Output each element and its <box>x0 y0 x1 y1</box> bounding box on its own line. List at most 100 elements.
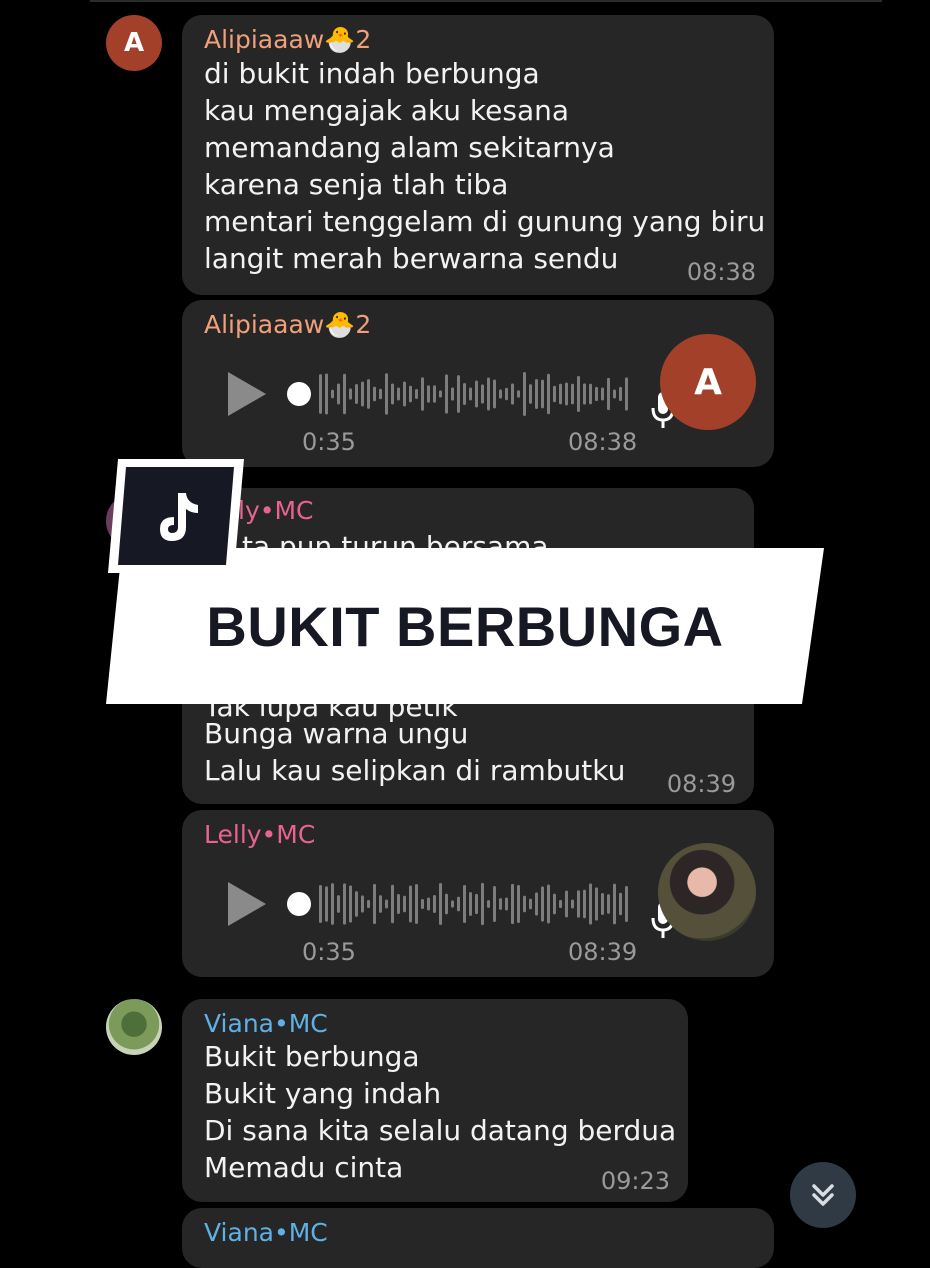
waveform-bar <box>493 379 496 409</box>
waveform-bar <box>595 887 598 921</box>
waveform-bar <box>367 899 370 909</box>
message-bubble[interactable]: Viana•MC <box>182 1208 774 1268</box>
waveform-bar <box>391 884 394 924</box>
play-icon[interactable] <box>228 882 266 926</box>
waveform-bar <box>595 386 598 402</box>
message-line: kau mengajak aku kesana <box>204 94 570 127</box>
tiktok-logo-background <box>118 467 234 565</box>
voice-avatar-alipia[interactable]: A <box>660 334 756 430</box>
waveform-bar <box>319 374 322 414</box>
waveform-bar <box>337 895 340 913</box>
waveform-bar <box>547 884 550 924</box>
message-time: 08:38 <box>568 428 638 456</box>
title-text: BUKIT BERBUNGA <box>206 594 724 658</box>
tiktok-note-icon <box>156 491 200 543</box>
waveform-bar <box>607 894 610 914</box>
waveform-bar <box>343 883 346 925</box>
waveform-bar <box>379 388 382 400</box>
waveform-bar <box>571 383 574 405</box>
waveform-bar <box>433 895 436 913</box>
waveform-bar <box>577 376 580 412</box>
waveform[interactable] <box>287 876 637 932</box>
waveform-bar <box>439 883 442 925</box>
waveform-bar <box>331 389 334 399</box>
message-bubble[interactable]: Viana•MC Bukit berbunga Bukit yang indah… <box>182 999 688 1202</box>
waveform-bar <box>601 892 604 916</box>
waveform-bar <box>385 899 388 909</box>
sender-name: Viana•MC <box>204 1218 328 1247</box>
waveform-bar <box>373 883 376 925</box>
message-line: mentari tenggelam di gunung yang biru <box>204 205 766 238</box>
waveform-bar <box>625 377 628 411</box>
avatar-alipia[interactable]: A <box>106 15 162 71</box>
waveform-bar <box>529 384 532 404</box>
waveform-bar <box>451 900 454 908</box>
waveform-bar <box>391 383 394 405</box>
waveform-bar <box>565 890 568 918</box>
waveform-bar <box>319 885 322 923</box>
waveform-bar <box>361 895 364 913</box>
waveform-bar <box>559 899 562 909</box>
waveform-bar <box>541 886 544 922</box>
avatar-letter: A <box>694 361 722 403</box>
sender-name: Viana•MC <box>204 1009 328 1038</box>
waveform-bar <box>415 883 418 925</box>
waveform-bar <box>457 896 460 912</box>
waveform-bar <box>409 385 412 403</box>
waveform-bar <box>553 385 556 403</box>
waveform-bar <box>571 899 574 909</box>
double-chevron-down-icon <box>812 1184 834 1206</box>
message-time: 08:39 <box>568 938 638 966</box>
waveform-bar <box>511 883 514 925</box>
play-icon[interactable] <box>228 372 266 416</box>
waveform-bar <box>355 383 358 405</box>
message-line: Di sana kita selalu datang berdua <box>204 1114 677 1147</box>
waveform-bar <box>505 897 508 911</box>
waveform-bar <box>433 385 436 403</box>
message-time: 08:38 <box>686 258 756 286</box>
waveform-bar <box>421 377 424 411</box>
waveform-bar <box>397 387 400 401</box>
waveform-bar <box>625 886 628 922</box>
waveform-bar <box>427 897 430 911</box>
waveform-bar <box>463 383 466 405</box>
waveform-bar <box>481 882 484 926</box>
waveform-bar <box>469 387 472 401</box>
voice-avatar-lelly[interactable] <box>658 843 756 941</box>
waveform-bar <box>529 898 532 910</box>
waveform-bar <box>343 373 346 415</box>
message-bubble[interactable]: Alipiaaaw🐣2 di bukit indah berbunga kau … <box>182 15 774 295</box>
message-line: Bukit yang indah <box>204 1077 442 1110</box>
waveform-progress-dot[interactable] <box>287 892 311 916</box>
message-time: 09:23 <box>600 1167 670 1195</box>
waveform-bar <box>493 885 496 923</box>
waveform-bar <box>505 387 508 401</box>
waveform-bar <box>547 373 550 415</box>
waveform-bar <box>511 383 514 405</box>
waveform-bar <box>541 379 544 409</box>
waveform-progress-dot[interactable] <box>287 382 311 406</box>
sender-name: ly•MC <box>238 496 314 525</box>
waveform-bar <box>583 383 586 405</box>
waveform[interactable] <box>287 366 637 422</box>
waveform-bar <box>457 375 460 413</box>
waveform-bar <box>499 389 502 399</box>
waveform-bar <box>583 889 586 919</box>
avatar-viana[interactable] <box>106 999 162 1055</box>
message-line: Lalu kau selipkan di rambutku <box>204 754 626 787</box>
waveform-bar <box>337 383 340 405</box>
waveform-bar <box>373 386 376 402</box>
waveform-bar <box>367 379 370 409</box>
waveform-bar <box>349 388 352 400</box>
waveform-bar <box>535 892 538 916</box>
waveform-bar <box>487 900 490 908</box>
waveform-bar <box>589 883 592 925</box>
waveform-bar <box>499 898 502 910</box>
scroll-down-button[interactable] <box>790 1162 856 1228</box>
waveform-bar <box>355 891 358 917</box>
waveform-bar <box>613 389 616 399</box>
waveform-bar <box>349 885 352 923</box>
waveform-bar <box>523 372 526 416</box>
waveform-bar <box>619 892 622 916</box>
waveform-bar <box>463 885 466 923</box>
